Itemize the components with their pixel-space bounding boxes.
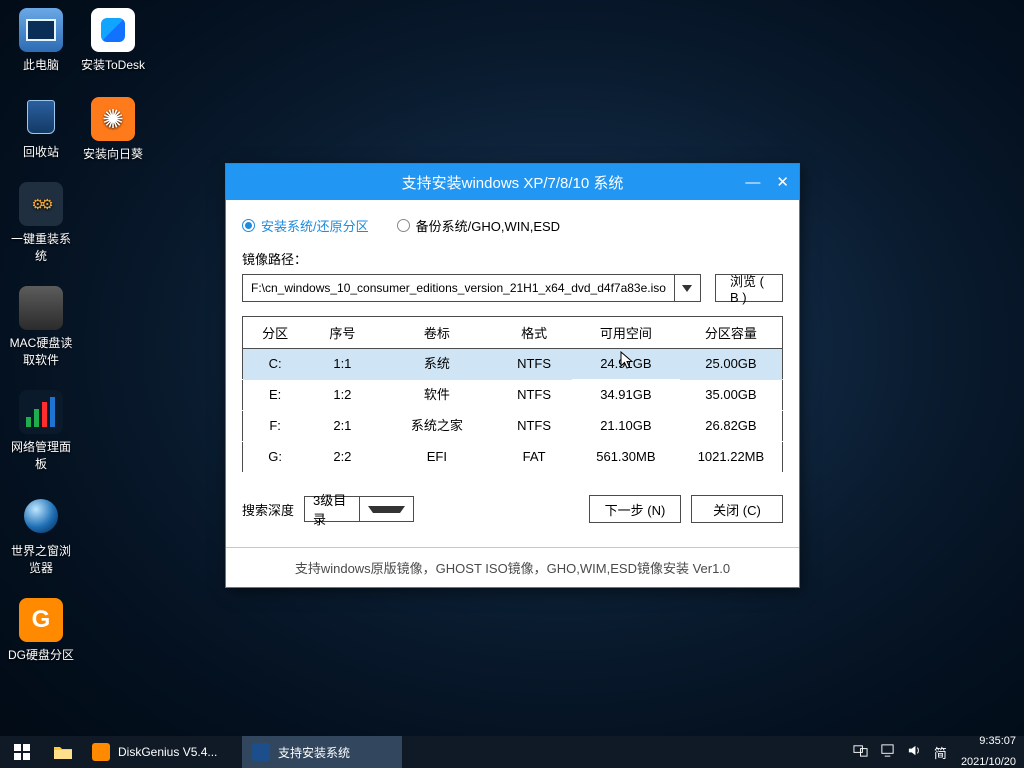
diskgenius-icon — [19, 598, 63, 642]
partition-table: 分区 序号 卷标 格式 可用空间 分区容量 C: 1:1 系统 NTFS 24.… — [242, 316, 783, 473]
icon-label: 回收站 — [23, 143, 59, 160]
desktop-icon-world-browser[interactable]: 世界之窗浏览器 — [6, 494, 76, 576]
radio-backup[interactable]: 备份系统/GHO,WIN,ESD — [397, 216, 560, 235]
desktop-icon-this-pc[interactable]: 此电脑 — [6, 8, 76, 73]
diskgenius-icon — [92, 743, 110, 761]
image-path-value: F:\cn_windows_10_consumer_editions_versi… — [243, 281, 674, 295]
dropdown-button[interactable] — [674, 275, 700, 301]
radio-label: 备份系统/GHO,WIN,ESD — [416, 216, 560, 235]
tray-network-icon[interactable] — [880, 743, 895, 761]
taskbar-app-diskgenius[interactable]: DiskGenius V5.4... — [82, 736, 242, 768]
radio-label: 安装系统/还原分区 — [261, 216, 369, 235]
tray-devices-icon[interactable] — [853, 743, 868, 761]
table-row[interactable]: E:1:2软件NTFS34.91GB35.00GB — [243, 380, 783, 411]
taskbar-clock[interactable]: 9:35:07 2021/10/20 — [953, 736, 1024, 768]
minimize-button[interactable]: — — [745, 174, 760, 191]
table-row[interactable]: C: 1:1 系统 NTFS 24.91GB 25.00GB — [243, 349, 783, 380]
radio-dot-icon — [242, 219, 255, 232]
desktop-icon-diskgenius[interactable]: DG硬盘分区 — [6, 598, 76, 663]
dialog-body: 安装系统/还原分区 备份系统/GHO,WIN,ESD 镜像路径： F:\cn_w… — [226, 200, 799, 547]
col-format: 格式 — [496, 317, 572, 349]
todesk-icon — [91, 8, 135, 52]
installer-icon — [252, 743, 270, 761]
radio-install-restore[interactable]: 安装系统/还原分区 — [242, 216, 369, 235]
desktop-icon-reinstall-system[interactable]: 一键重装系统 — [6, 182, 76, 264]
sunlogin-icon — [91, 97, 135, 141]
windows-logo-icon — [14, 744, 30, 760]
pc-icon — [19, 8, 63, 52]
taskbar-app-label: DiskGenius V5.4... — [118, 745, 217, 759]
tray-ime-indicator[interactable]: 简 — [934, 743, 947, 762]
cursor-icon — [620, 351, 636, 371]
close-dialog-button[interactable]: 关闭 (C) — [691, 495, 783, 523]
col-capacity: 分区容量 — [680, 317, 783, 349]
icon-label: 世界之窗浏览器 — [6, 542, 76, 576]
icon-label: 一键重装系统 — [6, 230, 76, 264]
search-depth-label: 搜索深度 — [242, 500, 294, 519]
chevron-down-icon — [368, 506, 406, 513]
icon-label: 安装向日葵 — [83, 145, 143, 162]
gear-icon — [19, 182, 63, 226]
icon-label: 此电脑 — [23, 56, 59, 73]
start-button[interactable] — [0, 736, 44, 768]
icon-label: 安装ToDesk — [81, 56, 145, 73]
taskbar-app-installer[interactable]: 支持安装系统 — [242, 736, 402, 768]
image-path-combobox[interactable]: F:\cn_windows_10_consumer_editions_versi… — [242, 274, 701, 302]
tray-volume-icon[interactable] — [907, 743, 922, 761]
browse-button[interactable]: 浏览 ( B ) — [715, 274, 783, 302]
folder-icon — [53, 744, 73, 760]
search-depth-select[interactable]: 3级目录 — [304, 496, 414, 522]
col-number: 序号 — [307, 317, 377, 349]
desktop-icon-network-panel[interactable]: 网络管理面板 — [6, 390, 76, 472]
table-header-row: 分区 序号 卷标 格式 可用空间 分区容量 — [243, 317, 783, 349]
table-row[interactable]: G:2:2EFIFAT561.30MB1021.22MB — [243, 442, 783, 473]
icon-label: DG硬盘分区 — [8, 646, 74, 663]
clock-time: 9:35:07 — [979, 735, 1016, 748]
table-row[interactable]: F:2:1系统之家NTFS21.10GB26.82GB — [243, 411, 783, 442]
col-free: 可用空间 — [572, 317, 680, 349]
radio-dot-icon — [397, 219, 410, 232]
close-button[interactable]: ✕ — [776, 173, 789, 191]
taskbar-file-explorer[interactable] — [44, 736, 82, 768]
taskbar: DiskGenius V5.4... 支持安装系统 简 9:35:07 2021… — [0, 736, 1024, 768]
icon-label: MAC硬盘读取软件 — [6, 334, 76, 368]
desktop-icon-sunlogin[interactable]: 安装向日葵 — [78, 97, 148, 162]
system-tray: 简 — [845, 736, 953, 768]
col-label: 卷标 — [377, 317, 496, 349]
dialog-statusbar: 支持windows原版镜像，GHOST ISO镜像，GHO,WIM,ESD镜像安… — [226, 547, 799, 587]
globe-icon — [19, 494, 63, 538]
dialog-titlebar[interactable]: 支持安装windows XP/7/8/10 系统 — ✕ — [226, 164, 799, 200]
icon-label: 网络管理面板 — [6, 438, 76, 472]
desktop-icon-todesk[interactable]: 安装ToDesk — [78, 8, 148, 73]
desktop: 此电脑 回收站 一键重装系统 MAC硬盘读取软件 网络管理面板 世界之窗浏览器 … — [0, 0, 1024, 768]
dialog-title: 支持安装windows XP/7/8/10 系统 — [402, 172, 624, 193]
install-dialog: 支持安装windows XP/7/8/10 系统 — ✕ 安装系统/还原分区 备… — [225, 163, 800, 588]
taskbar-app-label: 支持安装系统 — [278, 744, 350, 761]
desktop-icon-recycle-bin[interactable]: 回收站 — [6, 95, 76, 160]
recycle-bin-icon — [19, 95, 63, 139]
chevron-down-icon — [682, 285, 692, 292]
network-bars-icon — [19, 390, 63, 434]
apple-icon — [19, 286, 63, 330]
col-partition: 分区 — [243, 317, 308, 349]
desktop-icon-mac-disk-reader[interactable]: MAC硬盘读取软件 — [6, 286, 76, 368]
image-path-label: 镜像路径： — [242, 249, 783, 268]
desktop-icon-column: 此电脑 回收站 一键重装系统 MAC硬盘读取软件 网络管理面板 世界之窗浏览器 … — [6, 8, 76, 663]
clock-date: 2021/10/20 — [961, 756, 1016, 768]
next-button[interactable]: 下一步 (N) — [589, 495, 681, 523]
